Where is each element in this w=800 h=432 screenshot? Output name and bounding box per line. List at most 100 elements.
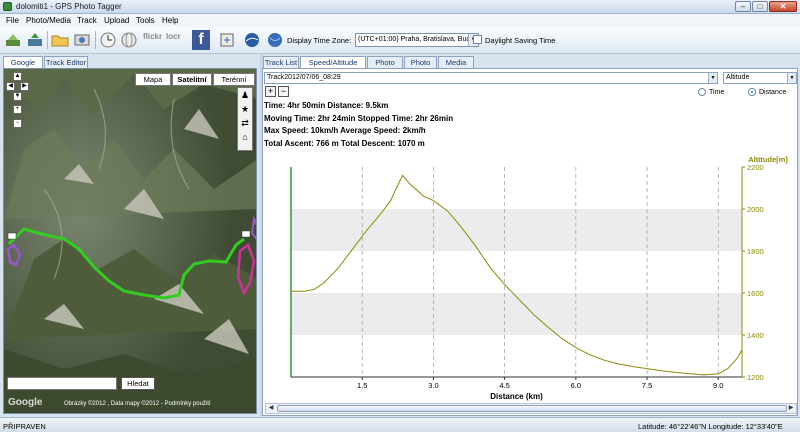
menu-file[interactable]: File xyxy=(6,16,19,25)
grid-band xyxy=(291,209,742,251)
altitude-chart[interactable]: 1.5 3.0 4.5 6.0 7.5 9.0 1200 1400 1600 1800 2000 22… xyxy=(263,151,797,401)
y-tick-label: 1600 xyxy=(747,289,764,298)
speed-altitude-panel: Track2012/07/06_08:29 ▼ Altitude ▼ + − T… xyxy=(262,68,798,416)
x-tick-label: 4.5 xyxy=(499,381,509,390)
chart-zoom-in-button[interactable]: + xyxy=(265,86,276,97)
menu-track[interactable]: Track xyxy=(77,16,97,25)
y-tick-label: 2200 xyxy=(747,163,764,172)
toolbar-separator xyxy=(95,31,96,49)
menu-bar: File Photo/Media Track Upload Tools Help xyxy=(0,14,800,27)
swap-arrows-icon[interactable]: ⇄ xyxy=(238,116,252,130)
tab-photo-list[interactable]: Photo List xyxy=(404,56,437,78)
map-search-input[interactable] xyxy=(7,377,117,390)
toolbar-separator xyxy=(47,31,48,49)
map-nav-left-button[interactable]: ◀ xyxy=(6,82,15,91)
chart-zoom-out-button[interactable]: − xyxy=(278,86,289,97)
map-zoom-in-button[interactable]: + xyxy=(13,105,22,114)
import-track-icon[interactable] xyxy=(26,31,44,49)
stats-ascent-descent: Total Ascent: 766 m Total Descent: 1070 … xyxy=(264,138,425,148)
right-tab-bar: Track List Speed/Altitude View Photo Vie… xyxy=(263,54,800,78)
track-statistics: Time: 4hr 50min Distance: 9.5km Moving T… xyxy=(264,100,453,150)
map-zoom-out-button[interactable]: − xyxy=(13,119,22,128)
coordinates-readout: Latitude: 46°22'46"N Longitude: 12°33'40… xyxy=(638,422,783,431)
gps-device-icon[interactable] xyxy=(4,31,22,49)
menu-tools[interactable]: Tools xyxy=(136,16,155,25)
x-mode-distance-radio[interactable] xyxy=(748,88,756,96)
menu-upload[interactable]: Upload xyxy=(104,16,129,25)
metric-value: Altitude xyxy=(726,74,750,81)
clock-icon[interactable] xyxy=(99,31,117,49)
y-tick-label: 2000 xyxy=(747,205,764,214)
map-nav-down-button[interactable]: ▼ xyxy=(13,92,22,101)
scroll-right-icon[interactable]: ▶ xyxy=(786,404,796,413)
stats-moving-stopped: Moving Time: 2hr 24min Stopped Time: 2hr… xyxy=(264,113,454,123)
scroll-thumb[interactable] xyxy=(277,405,787,412)
tab-media-list[interactable]: Media List xyxy=(438,56,474,78)
export-icon[interactable] xyxy=(218,31,236,49)
minimize-button[interactable]: – xyxy=(735,1,751,12)
track-dropdown[interactable]: Track2012/07/06_08:29 ▼ xyxy=(264,72,718,84)
x-tick-label: 6.0 xyxy=(571,381,581,390)
tab-speed-altitude-view[interactable]: Speed/Altitude View xyxy=(300,56,366,78)
maximize-button[interactable]: □ xyxy=(752,1,768,12)
star-icon[interactable]: ★ xyxy=(238,102,252,116)
title-bar: dolomiti1 - GPS Photo Tagger – □ ✕ xyxy=(0,0,800,14)
y-tick-label: 1400 xyxy=(747,331,764,340)
x-mode-distance-label: Distance xyxy=(759,89,787,96)
chart-horizontal-scrollbar[interactable]: ◀ ▶ xyxy=(265,403,797,414)
map-type-terrain-button[interactable]: Terénní xyxy=(213,73,255,86)
menu-help[interactable]: Help xyxy=(162,16,178,25)
map-copyright: Obrázky ©2012 , Data mapy ©2012 - Podmín… xyxy=(64,401,211,407)
x-tick-label: 3.0 xyxy=(428,381,438,390)
y-tick-label: 1200 xyxy=(747,373,764,382)
y-axis-title: Altitude[m] xyxy=(748,155,788,164)
map-nav-up-button[interactable]: ▲ xyxy=(13,72,22,81)
tab-track-editor[interactable]: Track Editor xyxy=(44,56,88,68)
app-icon xyxy=(3,2,12,11)
timezone-label: Display Time Zone: xyxy=(287,36,352,45)
tab-track-list[interactable]: Track List xyxy=(263,56,299,68)
pegman-icon[interactable]: ♟ xyxy=(238,88,252,102)
dst-checkbox[interactable] xyxy=(473,35,482,44)
google-logo: Google xyxy=(8,397,43,408)
google-earth-icon[interactable] xyxy=(243,31,261,49)
map-search-button[interactable]: Hledat xyxy=(121,377,155,390)
locr-icon[interactable]: locr xyxy=(166,32,184,50)
metric-dropdown[interactable]: Altitude ▼ xyxy=(723,72,797,84)
status-text: PŘIPRAVEN xyxy=(3,422,46,431)
track-name: Track2012/07/06_08:29 xyxy=(267,74,341,81)
x-mode-time-radio[interactable] xyxy=(698,88,706,96)
map-nav-right-button[interactable]: ▶ xyxy=(20,82,29,91)
stats-speed: Max Speed: 10km/h Average Speed: 2km/h xyxy=(264,126,426,135)
grid-band xyxy=(291,293,742,335)
open-folder-icon[interactable] xyxy=(51,31,69,49)
map-view[interactable]: ▲ ◀ ▶ ▼ + − Mapa Satelitní Terénní ♟ ★ ⇄… xyxy=(3,68,257,414)
timezone-dropdown[interactable]: (UTC+01:00) Praha, Bratislava, Buda ▼ xyxy=(355,33,479,47)
tab-google-map[interactable]: Google Map xyxy=(3,56,43,78)
menu-photo-media[interactable]: Photo/Media xyxy=(26,16,71,25)
stats-time-distance: Time: 4hr 50min Distance: 9.5km xyxy=(264,101,389,110)
chevron-down-icon: ▼ xyxy=(708,73,717,83)
x-tick-label: 9.0 xyxy=(713,381,723,390)
home-icon[interactable]: ⌂ xyxy=(238,130,252,144)
scroll-left-icon[interactable]: ◀ xyxy=(266,404,276,413)
dst-label: Daylight Saving Time xyxy=(485,36,556,45)
x-tick-label: 1.5 xyxy=(357,381,367,390)
tab-photo-view[interactable]: Photo View xyxy=(367,56,403,78)
chevron-down-icon: ▼ xyxy=(787,73,796,83)
flickr-icon[interactable]: flickr xyxy=(143,32,162,50)
earth-export-icon[interactable] xyxy=(266,31,284,49)
x-axis-title: Distance (km) xyxy=(490,392,543,401)
close-button[interactable]: ✕ xyxy=(769,1,797,12)
status-bar: PŘIPRAVEN Latitude: 46°22'46"N Longitude… xyxy=(0,417,800,432)
map-type-satellite-button[interactable]: Satelitní xyxy=(172,73,212,86)
photo-import-icon[interactable] xyxy=(73,31,91,49)
x-tick-label: 7.5 xyxy=(642,381,652,390)
map-tool-strip: ♟ ★ ⇄ ⌂ xyxy=(237,87,253,151)
globe-settings-icon[interactable] xyxy=(120,31,138,49)
window-title: dolomiti1 - GPS Photo Tagger xyxy=(16,2,122,11)
x-mode-time-label: Time xyxy=(709,89,725,96)
map-type-mapa-button[interactable]: Mapa xyxy=(135,73,171,86)
altitude-series-line xyxy=(291,174,743,376)
facebook-icon[interactable]: f xyxy=(192,30,210,50)
